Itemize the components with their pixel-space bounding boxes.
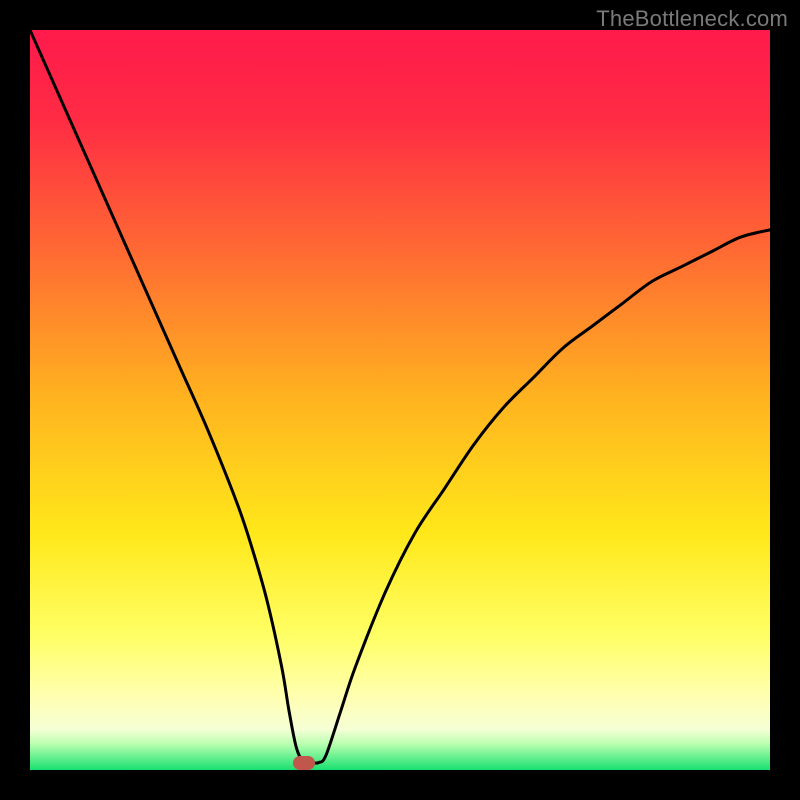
plot-area bbox=[30, 30, 770, 770]
gradient-background bbox=[30, 30, 770, 770]
chart-frame: TheBottleneck.com bbox=[0, 0, 800, 800]
chart-svg bbox=[30, 30, 770, 770]
optimal-point-marker bbox=[293, 756, 315, 770]
watermark-text: TheBottleneck.com bbox=[596, 6, 788, 32]
